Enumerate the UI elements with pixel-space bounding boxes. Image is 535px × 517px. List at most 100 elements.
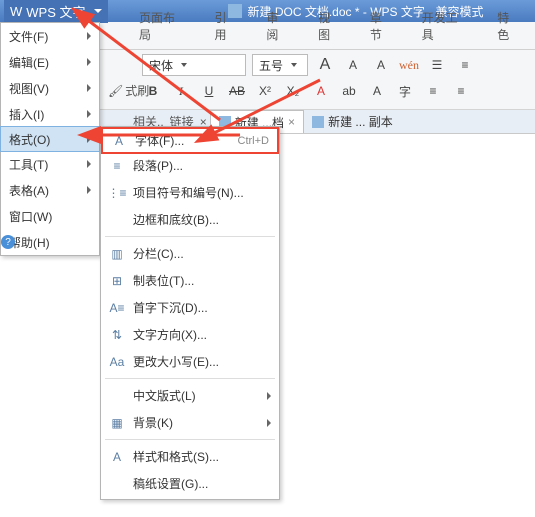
submenu-item-styles[interactable]: A 样式和格式(S)...: [101, 443, 279, 470]
submenu-item-grid[interactable]: 稿纸设置(G)...: [101, 470, 279, 497]
superscript-button[interactable]: X²: [254, 80, 276, 102]
submenu-item-background[interactable]: ▦ 背景(K): [101, 409, 279, 436]
tab-special[interactable]: 特色: [483, 3, 535, 49]
submenu-label: 项目符号和编号(N)...: [133, 184, 271, 201]
menu-label: 插入(I): [9, 106, 44, 123]
close-tab-icon[interactable]: ×: [288, 115, 295, 129]
tab-chapters[interactable]: 章节: [356, 3, 408, 49]
italic-button[interactable]: I: [170, 80, 192, 102]
enclose-char-button[interactable]: 字: [394, 80, 416, 102]
changecase-icon: Aa: [109, 354, 125, 370]
menu-label: 工具(T): [9, 156, 48, 173]
font-name-select[interactable]: 宋体: [142, 54, 246, 76]
submenu-label: 更改大小写(E)...: [133, 353, 271, 370]
submenu-item-tabs[interactable]: ⊞制表位(T)...: [101, 267, 279, 294]
align-center-button[interactable]: ≡: [450, 80, 472, 102]
chevron-down-icon: [94, 9, 102, 13]
submenu-arrow-icon: [87, 32, 91, 40]
shrink-font-button[interactable]: A: [342, 54, 364, 76]
align-left-button[interactable]: ≡: [422, 80, 444, 102]
menu-item-insert[interactable]: 插入(I): [1, 101, 99, 127]
submenu-label: 制表位(T)...: [133, 272, 271, 289]
document-icon: [312, 116, 324, 128]
menu-label: 编辑(E): [9, 54, 49, 71]
submenu-arrow-icon: [267, 392, 271, 400]
menu-item-help[interactable]: ?帮助(H): [1, 229, 99, 255]
borders-icon: [109, 212, 125, 228]
submenu-item-dropcap[interactable]: A≡ 首字下沉(D)...: [101, 294, 279, 321]
submenu-item-textdir[interactable]: ⇅ 文字方向(X)...: [101, 321, 279, 348]
submenu-arrow-icon: [87, 135, 91, 143]
font-name-value: 宋体: [149, 57, 173, 74]
brush-icon: 🖌: [108, 84, 123, 98]
submenu-arrow-icon: [87, 84, 91, 92]
font-size-select[interactable]: 五号: [252, 54, 308, 76]
menu-separator: [105, 439, 275, 440]
chevron-down-icon: [181, 63, 187, 67]
submenu-arrow-icon: [87, 160, 91, 168]
blank-icon: [109, 388, 125, 404]
submenu-item-chinese[interactable]: 中文版式(L): [101, 382, 279, 409]
shortcut-text: Ctrl+D: [238, 135, 269, 147]
highlight-button[interactable]: ab: [338, 80, 360, 102]
submenu-label: 首字下沉(D)...: [133, 299, 271, 316]
textdir-icon: ⇅: [109, 327, 125, 343]
menu-item-tools[interactable]: 工具(T): [1, 151, 99, 177]
submenu-label: 字体(F)...: [135, 132, 230, 149]
submenu-arrow-icon: [87, 186, 91, 194]
menu-label: 格式(O): [9, 131, 50, 148]
submenu-label: 稿纸设置(G)...: [133, 475, 271, 492]
blank-icon: [109, 476, 125, 492]
menu-label: 表格(A): [9, 182, 49, 199]
char-shading-button[interactable]: A: [366, 80, 388, 102]
chevron-down-icon: [291, 63, 297, 67]
bullets-icon: ⋮≡: [109, 185, 125, 201]
submenu-arrow-icon: [267, 419, 271, 427]
submenu-item-bullets[interactable]: ⋮≡ 项目符号和编号(N)...: [101, 179, 279, 206]
menu-item-view[interactable]: 视图(V): [1, 75, 99, 101]
bold-button[interactable]: B: [142, 80, 164, 102]
background-icon: ▦: [109, 415, 125, 431]
dropcap-icon: A≡: [109, 300, 125, 316]
submenu-item-changecase[interactable]: Aa 更改大小写(E)...: [101, 348, 279, 375]
styles-icon: A: [109, 449, 125, 465]
tab-developer[interactable]: 开发工具: [408, 3, 484, 49]
tab-pagelayout[interactable]: 页面布局: [125, 3, 201, 49]
menu-separator: [105, 236, 275, 237]
doc-tab-label: 新建 ... 副本: [328, 113, 393, 130]
menu-label: 帮助(H): [9, 234, 50, 251]
font-size-value: 五号: [259, 57, 283, 74]
phonetic-guide-button[interactable]: wén: [398, 54, 420, 76]
menu-item-file[interactable]: 文件(F): [1, 23, 99, 49]
menu-item-edit[interactable]: 编辑(E): [1, 49, 99, 75]
submenu-item-paragraph[interactable]: ≡段落(P)...: [101, 152, 279, 179]
menu-item-window[interactable]: 窗口(W): [1, 203, 99, 229]
app-menu-button[interactable]: W WPS 文字: [4, 0, 108, 23]
tab-view[interactable]: 视图: [304, 3, 356, 49]
line-spacing-button[interactable]: ☰: [426, 54, 448, 76]
submenu-label: 边框和底纹(B)...: [133, 211, 271, 228]
submenu-label: 文字方向(X)...: [133, 326, 271, 343]
bullets-button[interactable]: ≡: [454, 54, 476, 76]
tab-references[interactable]: 引用: [201, 3, 253, 49]
menu-item-table[interactable]: 表格(A): [1, 177, 99, 203]
submenu-item-borders[interactable]: 边框和底纹(B)...: [101, 206, 279, 233]
underline-button[interactable]: U: [198, 80, 220, 102]
wps-logo-icon: W: [10, 4, 22, 19]
submenu-item-columns[interactable]: ▥分栏(C)...: [101, 240, 279, 267]
subscript-button[interactable]: X₂: [282, 80, 304, 102]
tab-review[interactable]: 审阅: [252, 3, 304, 49]
grow-font-button[interactable]: A: [314, 54, 336, 76]
menu-item-format[interactable]: 格式(O): [0, 126, 100, 152]
submenu-arrow-icon: [87, 58, 91, 66]
doc-tab[interactable]: 新建 ... 副本: [304, 110, 401, 133]
submenu-item-font[interactable]: A 字体(F)... Ctrl+D: [101, 127, 279, 154]
font-icon: A: [111, 133, 127, 149]
submenu-label: 分栏(C)...: [133, 245, 271, 262]
clear-format-button[interactable]: A: [370, 54, 392, 76]
font-color-button[interactable]: A: [310, 80, 332, 102]
submenu-label: 样式和格式(S)...: [133, 448, 271, 465]
submenu-label: 背景(K): [133, 414, 259, 431]
strikethrough-button[interactable]: AB: [226, 80, 248, 102]
format-submenu: A 字体(F)... Ctrl+D ≡段落(P)... ⋮≡ 项目符号和编号(N)…: [100, 126, 280, 500]
